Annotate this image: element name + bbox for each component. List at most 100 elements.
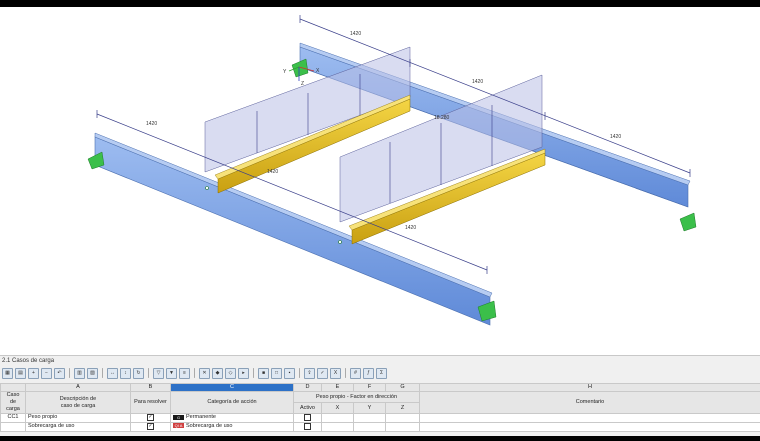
active-checkbox[interactable] — [293, 421, 322, 432]
column-letter-g[interactable]: G — [385, 383, 420, 392]
separator — [299, 368, 300, 378]
header-row: Caso de carga Descripción de caso de car… — [0, 391, 760, 414]
separator — [69, 368, 70, 378]
solve-checkbox[interactable]: ✓ — [130, 413, 171, 423]
load-cases-panel: 2.1 Casos de carga ▦ ▤ + − ↶ ▥ ▧ ↔ ↕ ↻ ▽… — [0, 355, 760, 437]
solve-checkbox[interactable]: ✓ — [130, 421, 171, 432]
factor-z[interactable] — [385, 413, 420, 423]
column-letter-b[interactable]: B — [130, 383, 171, 392]
calc-icon[interactable]: # — [350, 367, 361, 379]
filter-icon[interactable]: ▼ — [166, 367, 177, 379]
3d-model-viewport[interactable]: 18.280 1420 1420 1420 1420 1420 1420 X Y… — [0, 7, 760, 355]
export-icon[interactable]: ⇪ — [304, 367, 315, 379]
axis-z-label: Z — [301, 81, 304, 87]
category-badge: G — [173, 414, 184, 420]
column-letter-f[interactable]: F — [353, 383, 386, 392]
column-letter-c[interactable]: C — [170, 383, 294, 392]
grid-icon[interactable]: ▥ — [74, 367, 85, 379]
header-x: X — [321, 402, 354, 414]
delete-row-icon[interactable]: − — [41, 367, 52, 379]
row-description[interactable]: Peso propio — [25, 413, 131, 423]
dimension-label-3: 1420 — [610, 134, 621, 140]
check-icon[interactable]: ✓ — [147, 414, 154, 421]
arrow-icon[interactable]: ↕ — [120, 367, 131, 379]
dimension-label-6: 1420 — [405, 225, 416, 231]
column-letter-d[interactable]: D — [293, 383, 322, 392]
row-id[interactable]: CC2 — [0, 421, 26, 432]
bottom-border — [0, 436, 760, 441]
row-comment[interactable] — [419, 421, 760, 432]
filter-icon[interactable]: ≡ — [179, 367, 190, 379]
row-category[interactable]: G Permanente — [170, 413, 294, 423]
row-description[interactable]: Sobrecarga de uso — [25, 421, 131, 432]
node-marker[interactable] — [338, 240, 342, 244]
dimension-label-5: 1420 — [267, 169, 278, 175]
category-label: Permanente — [186, 414, 216, 421]
excel-icon[interactable]: X — [330, 367, 341, 379]
separator — [345, 368, 346, 378]
header-description: Descripción de caso de carga — [25, 391, 131, 414]
separator — [194, 368, 195, 378]
header-selfweight: Peso propio - Factor en dirección — [293, 391, 420, 403]
arrow-icon[interactable]: ↔ — [107, 367, 118, 379]
grid-icon[interactable]: ▧ — [87, 367, 98, 379]
active-checkbox[interactable] — [293, 413, 322, 423]
factor-x[interactable] — [321, 413, 354, 423]
factor-z[interactable] — [385, 421, 420, 432]
separator — [148, 368, 149, 378]
table-toolbar: ▦ ▤ + − ↶ ▥ ▧ ↔ ↕ ↻ ▽ ▼ ≡ ✕ ◆ ◇ ▸ ■ □ ▪ … — [2, 367, 387, 379]
factor-y[interactable] — [353, 413, 386, 423]
header-active: Activo — [293, 402, 322, 414]
table-row[interactable]: CC1 Peso propio ✓ G Permanente — [0, 413, 760, 423]
table-row[interactable]: CC2 Sobrecarga de uso ✓ QI A Sobrecarga d… — [0, 421, 760, 432]
color-icon[interactable]: □ — [271, 367, 282, 379]
row-category[interactable]: QI A Sobrecarga de uso — [170, 421, 294, 432]
color-icon[interactable]: ▪ — [284, 367, 295, 379]
close-icon[interactable]: ✕ — [199, 367, 210, 379]
column-letter-e[interactable]: E — [321, 383, 354, 392]
undo-icon[interactable]: ↶ — [54, 367, 65, 379]
header-case: Caso de carga — [0, 391, 26, 414]
check-icon[interactable]: ✓ — [317, 367, 328, 379]
header-comment: Comentario — [419, 391, 760, 414]
filter-icon[interactable]: ▽ — [153, 367, 164, 379]
color-icon[interactable]: ■ — [258, 367, 269, 379]
checkbox-icon[interactable] — [304, 423, 311, 430]
header-solve: Para resolver — [130, 391, 171, 414]
select-icon[interactable]: ◇ — [225, 367, 236, 379]
row-id[interactable]: CC1 — [0, 413, 26, 423]
factor-x[interactable] — [321, 421, 354, 432]
row-comment[interactable] — [419, 413, 760, 423]
load-cases-table: A B C D E F G H Caso de carga Descripció… — [0, 383, 760, 432]
refresh-icon[interactable]: ↻ — [133, 367, 144, 379]
panel-title: 2.1 Casos de carga — [2, 358, 55, 364]
corner-cell[interactable] — [0, 383, 26, 392]
header-y: Y — [353, 402, 386, 414]
category-label: Sobrecarga de uso — [186, 423, 233, 430]
dimension-label-4: 1420 — [146, 121, 157, 127]
structure-drawing[interactable]: 18.280 1420 1420 1420 1420 1420 1420 X Y… — [0, 7, 760, 355]
axis-y-label: Y — [283, 69, 287, 75]
function-icon[interactable]: ƒ — [363, 367, 374, 379]
factor-y[interactable] — [353, 421, 386, 432]
node-marker[interactable] — [205, 186, 209, 190]
insert-row-icon[interactable]: + — [28, 367, 39, 379]
category-badge: QI A — [173, 423, 184, 429]
select-icon[interactable]: ◆ — [212, 367, 223, 379]
separator — [102, 368, 103, 378]
formula-icon[interactable]: Σ — [376, 367, 387, 379]
check-icon[interactable]: ✓ — [147, 423, 154, 430]
select-icon[interactable]: ▸ — [238, 367, 249, 379]
column-letter-a[interactable]: A — [25, 383, 131, 392]
dimension-label-2: 1420 — [472, 79, 483, 85]
header-z: Z — [385, 402, 420, 414]
column-letter-h[interactable]: H — [419, 383, 760, 392]
header-category: Categoría de acción — [170, 391, 294, 414]
table-icon[interactable]: ▤ — [15, 367, 26, 379]
separator — [253, 368, 254, 378]
column-letter-row: A B C D E F G H — [0, 383, 760, 392]
load-value-label: 18.280 — [434, 115, 450, 121]
checkbox-icon[interactable] — [304, 414, 311, 421]
dimension-label-1: 1420 — [350, 31, 361, 37]
table-icon[interactable]: ▦ — [2, 367, 13, 379]
